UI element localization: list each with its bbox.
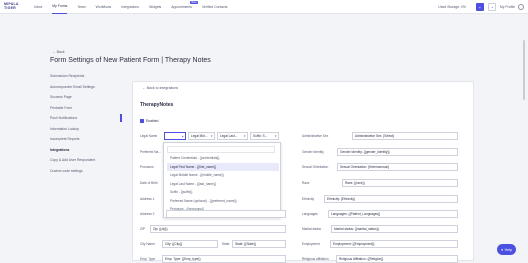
sidebar-item-autoresponder[interactable]: Autoresponder Email Settings <box>50 82 125 93</box>
admin-sex-label: Administrative Sex <box>302 134 329 138</box>
emp-type-label: Emp. Type <box>140 257 156 261</box>
race-label: Race <box>302 181 310 185</box>
state-select[interactable]: State: {{State}} <box>232 240 286 248</box>
dropdown-option[interactable]: Legal Last Name - {{last_name}} <box>167 180 279 188</box>
preferred-name-label: Preferred Na... <box>140 150 161 154</box>
legal-middle-name-value: Legal Mid... <box>191 134 208 138</box>
enabled-toggle[interactable]: Enabled <box>140 119 158 123</box>
nav-inbox[interactable]: Inbox <box>34 0 42 14</box>
pronouns-label: Pronouns <box>140 165 154 169</box>
suffix-value: Suffix: S... <box>253 134 268 138</box>
plus-icon: + <box>478 4 482 10</box>
used-storage: Used Storage: 0% <box>438 5 466 9</box>
sidebar-item-success-page[interactable]: Success Page <box>50 92 125 103</box>
field-mapping-dropdown: Patient Credentials - {{credentials}} Le… <box>163 142 281 218</box>
suffix-select[interactable]: Suffix: S... ▾ <box>250 132 279 140</box>
sidebar-item-printable-form[interactable]: Printable Form <box>50 103 125 114</box>
back-to-integrations-link[interactable]: ← Back to integrations <box>142 86 178 90</box>
ethnicity-select[interactable]: Ethnicity: {Ethnicity} <box>324 195 458 203</box>
chevron-down-icon: ▾ <box>210 134 213 138</box>
chevron-down-icon: ▾ <box>274 134 277 138</box>
my-profile-link[interactable]: My Profile <box>500 5 515 9</box>
city-label: City Name <box>140 242 155 246</box>
race-select[interactable]: Race: {{race}} <box>342 179 458 187</box>
sidebar-item-information-lookup[interactable]: Information Lookup <box>50 124 125 135</box>
sexual-orientation-label: Sexual Orientation <box>302 165 329 169</box>
sidebar-item-incomplete-reports[interactable]: Incomplete Reports <box>50 134 125 145</box>
create-button[interactable]: + <box>475 3 484 11</box>
zip-label: ZIP <box>140 227 145 231</box>
sidebar-item-push-notifications[interactable]: Push Notifications <box>50 113 125 124</box>
dropdown-search-input[interactable] <box>167 146 275 153</box>
religious-affiliation-label: Religious affiliation <box>302 257 329 261</box>
legal-last-name-select[interactable]: Legal Last... ▾ <box>217 132 248 140</box>
nav-my-forms[interactable]: My Forms <box>52 0 68 14</box>
sidebar-item-copy-add-user[interactable]: Copy & Add User Respondent <box>50 155 125 166</box>
dob-label: Date of Birth <box>140 181 158 185</box>
state-label: State <box>222 242 230 246</box>
ethnicity-label: Ethnicity <box>302 197 315 201</box>
gender-identity-select[interactable]: Gender Identity: {{gender_identity}} <box>337 148 458 156</box>
nav-widgets[interactable]: Widgets <box>149 0 161 14</box>
notifications-button[interactable]: ◔ <box>487 3 496 11</box>
logo-line-2: TIGER <box>4 5 16 10</box>
enabled-checkbox[interactable] <box>140 119 144 123</box>
nav-integrations[interactable]: Integrations <box>121 0 139 14</box>
nav-appointments-label: Appointments <box>171 4 192 9</box>
legal-name-row: Legal Name ▴ Legal Mid... ▾ Legal Last...… <box>140 131 281 141</box>
address-1-label: Address 1 <box>140 197 155 201</box>
gender-identity-label: Gender Identity <box>302 150 324 154</box>
top-right-controls: Used Storage: 0% + ◔ My Profile <box>438 0 524 14</box>
dropdown-option-selected[interactable]: Legal First Name - {{first_name}} <box>167 162 279 171</box>
nav-team[interactable]: Team <box>77 0 85 14</box>
admin-sex-select[interactable]: Administrative Sex: {Select} <box>352 132 458 140</box>
emp-type-select[interactable]: Emp. Type: {{Emp_type}} <box>162 255 286 263</box>
zip-select[interactable]: Zip: {{zip}} <box>150 225 286 233</box>
dropdown-option[interactable]: Suffix - {{suffix}} <box>167 188 279 196</box>
integration-title: TherapyNotes <box>140 102 174 108</box>
beta-badge: Beta <box>190 0 198 4</box>
back-link[interactable]: ← Back <box>52 50 65 54</box>
sidebar-item-integrations[interactable]: Integrations <box>50 145 125 156</box>
legal-last-name-value: Legal Last... <box>220 134 238 138</box>
address-2-select[interactable] <box>166 210 286 218</box>
nav-verified-contacts[interactable]: Verified Contacts <box>202 0 228 14</box>
main-nav: Inbox My Forms Team Workflows Integratio… <box>34 0 238 14</box>
employment-label: Employment <box>302 242 320 246</box>
city-select[interactable]: City: {{City}} <box>162 240 218 248</box>
page-scrollbar[interactable] <box>523 40 525 100</box>
legal-first-name-select[interactable]: ▴ <box>164 132 186 140</box>
help-label: Help <box>504 247 513 252</box>
page-title: Form Settings of New Patient Form | Ther… <box>50 57 211 64</box>
legal-name-label: Legal Name <box>140 134 158 138</box>
religious-affiliation-select[interactable]: Religious Affiliation: {{Religion}} <box>336 255 458 263</box>
chevron-down-icon: ▾ <box>243 134 246 138</box>
nav-appointments[interactable]: Appointments Beta <box>171 0 198 14</box>
dropdown-option[interactable]: Patient Credentials - {{credentials}} <box>167 154 279 162</box>
settings-sidebar: Submission Recipients Autoresponder Emai… <box>50 71 125 176</box>
top-bar: MIPALA TIGER Inbox My Forms Team Workflo… <box>0 0 528 14</box>
languages-select[interactable]: Languages: {{Patient_Languages}} <box>328 210 458 218</box>
sidebar-item-submission-recipients[interactable]: Submission Recipients <box>50 71 125 82</box>
legal-middle-name-select[interactable]: Legal Mid... ▾ <box>188 132 215 140</box>
sidebar-item-custom-code[interactable]: Custom code settings <box>50 166 125 177</box>
bell-icon: ◔ <box>490 4 494 10</box>
nav-workflows[interactable]: Workflows <box>96 0 112 14</box>
chevron-up-icon: ▴ <box>181 134 184 138</box>
marital-status-label: Marital status <box>302 227 321 231</box>
sexual-orientation-select[interactable]: Sexual Orientation: {Heterosexual} <box>337 163 458 171</box>
dropdown-option[interactable]: Preferred Name (optional) - {{preferred_… <box>167 197 279 205</box>
help-icon: ● <box>500 247 504 252</box>
enabled-label: Enabled <box>146 119 159 123</box>
app-logo[interactable]: MIPALA TIGER <box>4 2 26 10</box>
languages-label: Languages <box>302 212 318 216</box>
sidebar-active-marker <box>120 114 122 122</box>
marital-status-select[interactable]: Marital status: {{marital_status}} <box>331 225 458 233</box>
dropdown-option[interactable]: Legal Middle Name - {{middle_name}} <box>167 171 279 179</box>
address-2-label: Address 2 <box>140 212 155 216</box>
user-avatar-icon[interactable] <box>518 4 524 10</box>
help-button[interactable]: ● Help <box>497 244 516 255</box>
employment-select[interactable]: Employment: {{Employment}} <box>330 240 458 248</box>
